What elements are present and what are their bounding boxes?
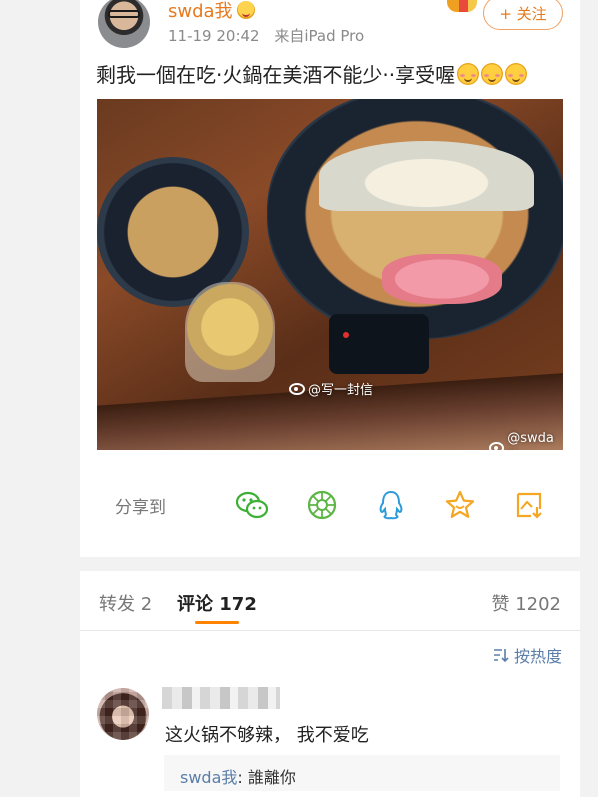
comments-card: 转发 2 评论 172 赞 1202 按热度 这火锅不够辣， 我不爱吃 swda…: [80, 571, 580, 797]
photo-control-panel: [329, 314, 429, 374]
follow-button[interactable]: + 关注: [483, 0, 563, 30]
qq-icon[interactable]: [375, 488, 407, 522]
blush-emoji-icon: [457, 62, 480, 85]
sort-icon: [493, 649, 509, 662]
weibo-icon: [289, 382, 305, 395]
moments-icon[interactable]: [306, 488, 338, 522]
save-image-icon[interactable]: [513, 488, 545, 522]
photo-broth: [319, 141, 534, 211]
post-meta: 11-19 20:42 来自iPad Pro: [168, 25, 364, 46]
tab-comments[interactable]: 评论 172: [177, 590, 257, 616]
reply-text: 誰離你: [242, 768, 296, 787]
emoji-badge-icon: [236, 1, 255, 19]
avatar-glasses: [108, 10, 140, 18]
decoration-icon: [447, 0, 477, 12]
post-text-content: 剩我一個在吃·火鍋在美酒不能少··享受喔: [96, 63, 456, 87]
photo-glass: [185, 282, 275, 382]
post-time: 11-19 20:42: [168, 27, 260, 45]
commenter-avatar[interactable]: [97, 688, 149, 740]
share-label: 分享到: [115, 497, 166, 518]
commenter-name-blurred[interactable]: [162, 687, 280, 709]
reply-author[interactable]: swda我: [180, 768, 237, 787]
sort-label: 按热度: [513, 647, 562, 666]
post-image[interactable]: @写一封信 @swda我: [97, 99, 563, 450]
comment-text: 这火锅不够辣， 我不爱吃: [165, 725, 369, 746]
watermark-text: @swda我: [507, 431, 554, 446]
watermark-text: @写一封信: [308, 383, 374, 398]
tab-repost[interactable]: 转发 2: [99, 590, 152, 616]
blush-emoji-icon: [505, 62, 528, 85]
wechat-icon[interactable]: [235, 488, 269, 522]
author-name-label[interactable]: swda我: [168, 0, 233, 23]
active-tab-indicator: [195, 621, 239, 624]
image-watermark: @swda我: [489, 431, 563, 450]
author-name[interactable]: swda我: [168, 0, 255, 23]
share-row: 分享到: [115, 487, 545, 523]
comment-tabs: 转发 2 评论 172 赞 1202: [80, 571, 580, 631]
post-text: 剩我一個在吃·火鍋在美酒不能少··享受喔: [96, 59, 528, 88]
sort-by-hot-button[interactable]: 按热度: [493, 643, 562, 667]
comment-reply[interactable]: swda我: 誰離你: [164, 755, 560, 791]
photo-meat: [382, 254, 502, 304]
favorite-star-icon[interactable]: [444, 488, 476, 522]
author-avatar[interactable]: [98, 0, 150, 48]
post-source: 来自iPad Pro: [274, 27, 365, 45]
tab-likes[interactable]: 赞 1202: [491, 590, 561, 616]
post-card: swda我 11-19 20:42 来自iPad Pro + 关注 剩我一個在吃…: [80, 0, 580, 557]
weibo-icon: [489, 442, 505, 450]
image-watermark: @写一封信: [289, 379, 373, 398]
blush-emoji-icon: [481, 62, 504, 85]
